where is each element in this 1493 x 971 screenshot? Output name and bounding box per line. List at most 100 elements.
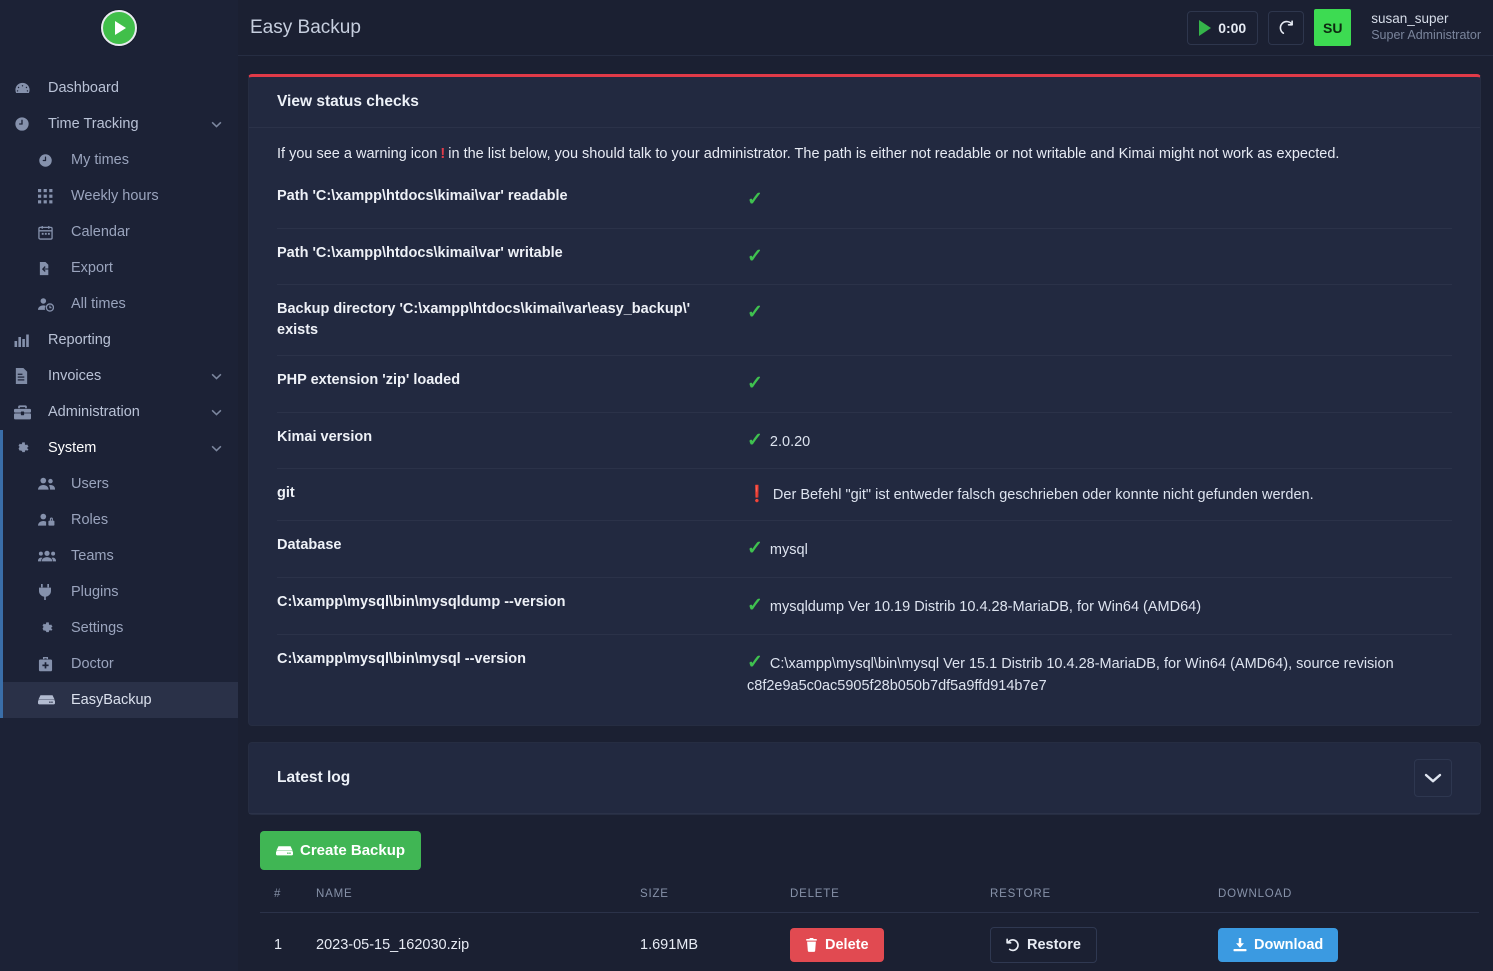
sidebar-item-label: Settings: [71, 620, 123, 636]
sidebar-item-label: Users: [71, 476, 109, 492]
check-key: C:\xampp\mysql\bin\mysql --version: [277, 634, 747, 711]
latest-log-card: Latest log: [248, 742, 1481, 815]
user-menu[interactable]: susan_super Super Administrator: [1371, 11, 1481, 44]
sidebar-item-invoices[interactable]: Invoices: [0, 358, 238, 394]
create-backup-button[interactable]: Create Backup: [260, 831, 421, 870]
sidebar-item-users[interactable]: Users: [0, 466, 238, 502]
check-key: git: [277, 469, 747, 521]
chevron-down-icon: [1424, 772, 1442, 784]
chevron-down-icon: [211, 409, 222, 416]
column-header-delete: DELETE: [790, 888, 990, 913]
backups-section: Create Backup # NAME SIZE DELETE RESTORE…: [248, 831, 1481, 971]
calendar-icon: [38, 225, 60, 240]
backup-index: 1: [260, 913, 316, 971]
restore-button[interactable]: Restore: [990, 927, 1097, 963]
check-value-text: C:\xampp\mysql\bin\mysql Ver 15.1 Distri…: [747, 656, 1394, 695]
sidebar-group-system: System Users Roles: [0, 430, 238, 718]
table-row: 1 2023-05-15_162030.zip 1.691MB Delete: [260, 913, 1479, 971]
check-ok-icon: ✓: [747, 243, 763, 271]
sidebar-item-doctor[interactable]: Doctor: [0, 646, 238, 682]
download-button[interactable]: Download: [1218, 928, 1338, 962]
reload-button[interactable]: [1268, 11, 1304, 45]
table-row: Path 'C:\xampp\htdocs\kimai\var' writabl…: [277, 228, 1452, 285]
column-header-size: SIZE: [640, 888, 790, 913]
avatar[interactable]: SU: [1314, 9, 1351, 46]
restore-label: Restore: [1027, 937, 1081, 953]
sidebar-item-label: Roles: [71, 512, 108, 528]
app-root: Dashboard Time Tracking My times: [0, 0, 1493, 971]
refresh-icon: [1278, 19, 1295, 36]
download-icon: [1233, 938, 1247, 952]
check-key: Path 'C:\xampp\htdocs\kimai\var' writabl…: [277, 228, 747, 285]
status-checks-table: Path 'C:\xampp\htdocs\kimai\var' readabl…: [277, 172, 1452, 711]
sidebar-item-weekly-hours[interactable]: Weekly hours: [0, 178, 238, 214]
status-checks-card: View status checks If you see a warning …: [248, 74, 1481, 726]
check-ok-icon: ✓: [747, 592, 763, 620]
chart-bar-icon: [14, 332, 36, 348]
main-area: Easy Backup 0:00 SU susan_super Super Ad…: [238, 0, 1493, 971]
sidebar-item-system[interactable]: System: [0, 430, 238, 466]
content-scroll[interactable]: View status checks If you see a warning …: [238, 56, 1493, 971]
sidebar-item-administration[interactable]: Administration: [0, 394, 238, 430]
gear-icon: [14, 440, 36, 456]
chevron-down-icon: [211, 445, 222, 452]
backups-table: # NAME SIZE DELETE RESTORE DOWNLOAD 1 20…: [260, 888, 1479, 971]
dashboard-icon: [14, 80, 36, 97]
backups-tbody: 1 2023-05-15_162030.zip 1.691MB Delete: [260, 913, 1479, 971]
sidebar-item-all-times[interactable]: All times: [0, 286, 238, 322]
timer-button[interactable]: 0:00: [1187, 11, 1258, 45]
check-value-text: mysql: [770, 542, 808, 558]
table-row: Database ✓mysql: [277, 521, 1452, 578]
latest-log-header: Latest log: [249, 743, 1480, 814]
team-icon: [38, 549, 60, 563]
column-header-download: DOWNLOAD: [1218, 888, 1479, 913]
sidebar-item-label: Reporting: [48, 332, 222, 348]
status-checks-body: If you see a warning icon!in the list be…: [249, 128, 1480, 725]
sidebar: Dashboard Time Tracking My times: [0, 0, 238, 971]
backup-restore-cell: Restore: [990, 913, 1218, 971]
sidebar-item-teams[interactable]: Teams: [0, 538, 238, 574]
sidebar-item-my-times[interactable]: My times: [0, 142, 238, 178]
table-row: git ❗Der Befehl "git" ist entweder falsc…: [277, 469, 1452, 521]
delete-button[interactable]: Delete: [790, 928, 884, 962]
sidebar-item-label: Plugins: [71, 584, 119, 600]
check-value: ✓: [747, 228, 1452, 285]
user-role: Super Administrator: [1371, 28, 1481, 44]
check-key: Path 'C:\xampp\htdocs\kimai\var' readabl…: [277, 172, 747, 228]
sidebar-item-time-tracking[interactable]: Time Tracking: [0, 106, 238, 142]
user-lock-icon: [38, 513, 60, 527]
sidebar-item-calendar[interactable]: Calendar: [0, 214, 238, 250]
sidebar-item-plugins[interactable]: Plugins: [0, 574, 238, 610]
users-icon: [38, 477, 60, 491]
sidebar-logo[interactable]: [0, 0, 238, 56]
sidebar-item-roles[interactable]: Roles: [0, 502, 238, 538]
hdd-icon: [38, 694, 60, 706]
sidebar-item-settings[interactable]: Settings: [0, 610, 238, 646]
sidebar-item-label: Administration: [48, 404, 211, 420]
user-name: susan_super: [1371, 11, 1481, 28]
status-checks-tbody: Path 'C:\xampp\htdocs\kimai\var' readabl…: [277, 172, 1452, 711]
sidebar-item-easybackup[interactable]: EasyBackup: [0, 682, 238, 718]
collapse-toggle-button[interactable]: [1414, 759, 1452, 797]
sidebar-item-label: Weekly hours: [71, 188, 159, 204]
card-title: View status checks: [277, 93, 1452, 111]
sidebar-item-reporting[interactable]: Reporting: [0, 322, 238, 358]
topbar-actions: 0:00 SU susan_super Super Administrator: [1187, 9, 1481, 46]
table-row: Backup directory 'C:\xampp\htdocs\kimai\…: [277, 285, 1452, 356]
check-key: Backup directory 'C:\xampp\htdocs\kimai\…: [277, 285, 747, 356]
sidebar-item-label: Teams: [71, 548, 114, 564]
sidebar-item-label: Export: [71, 260, 113, 276]
grid-icon: [38, 189, 60, 204]
check-value: ✓mysqldump Ver 10.19 Distrib 10.4.28-Mar…: [747, 577, 1452, 634]
check-ok-icon: ✓: [747, 186, 763, 214]
sidebar-item-label: Calendar: [71, 224, 130, 240]
sidebar-item-export[interactable]: Export: [0, 250, 238, 286]
page-title: Easy Backup: [250, 17, 361, 39]
sidebar-item-label: Doctor: [71, 656, 114, 672]
sidebar-item-dashboard[interactable]: Dashboard: [0, 70, 238, 106]
play-icon: [1199, 20, 1211, 36]
check-key: PHP extension 'zip' loaded: [277, 356, 747, 413]
card-title: Latest log: [277, 769, 350, 787]
check-value: ✓C:\xampp\mysql\bin\mysql Ver 15.1 Distr…: [747, 634, 1452, 711]
check-ok-icon: ✓: [747, 535, 763, 563]
